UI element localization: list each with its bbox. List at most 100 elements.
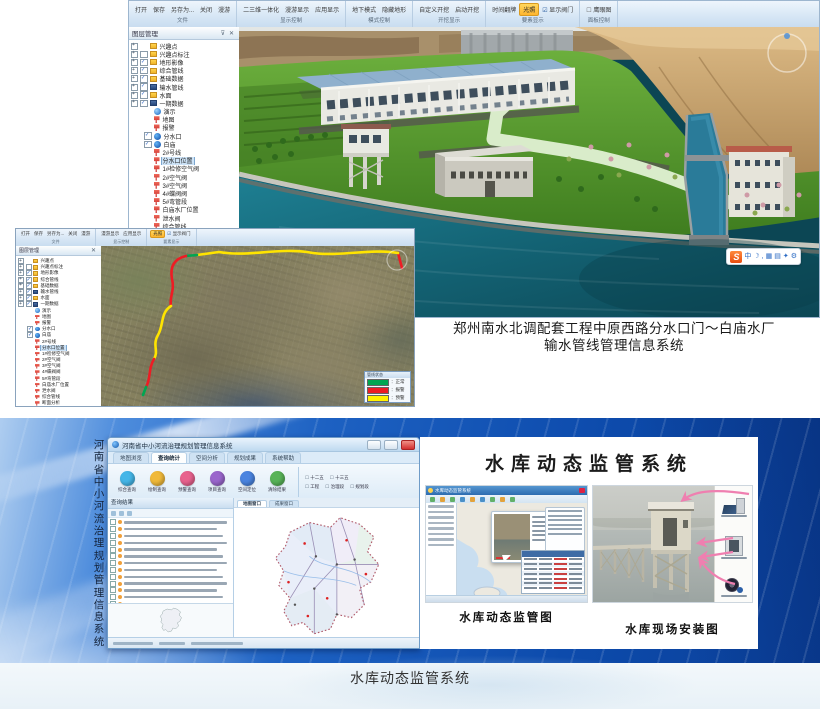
- monitor-map[interactable]: [457, 503, 587, 596]
- toolbar-button[interactable]: 打开: [132, 4, 150, 15]
- layer-checkbox[interactable]: [140, 75, 148, 83]
- expand-icon[interactable]: [18, 270, 24, 276]
- toolbar-button[interactable]: 保存: [150, 4, 168, 15]
- toolbar-button[interactable]: 隐藏地形: [379, 4, 409, 15]
- henan-map-area[interactable]: 地图窗口成果窗口: [234, 498, 419, 638]
- toolbar-button[interactable]: 另存为...: [168, 4, 197, 15]
- monitor-close-icon[interactable]: [579, 488, 585, 493]
- result-list-item[interactable]: [110, 587, 231, 594]
- result-list-item[interactable]: [110, 526, 231, 533]
- layer-tree-item[interactable]: 断面分析: [18, 400, 101, 406]
- monitor-data-table[interactable]: [521, 550, 585, 594]
- layer-tree-item[interactable]: 兴趣点标注: [131, 50, 239, 58]
- layer-checkbox[interactable]: [26, 277, 32, 283]
- toolbar-button[interactable]: 鹰眼图: [583, 4, 614, 15]
- layer-checkbox[interactable]: [144, 132, 152, 140]
- monitor-tool-icon[interactable]: [440, 497, 445, 502]
- toolbar-button[interactable]: 应用显示: [121, 231, 143, 237]
- station-list-item[interactable]: [428, 511, 454, 514]
- layer-checkbox[interactable]: [144, 141, 152, 149]
- station-list-item[interactable]: [428, 505, 454, 508]
- layer-checkbox[interactable]: [140, 100, 148, 108]
- item-checkbox[interactable]: [110, 553, 116, 559]
- toolbar-button[interactable]: 自定义开挖: [416, 4, 452, 15]
- expand-icon[interactable]: [131, 43, 138, 50]
- monitor-tool-icon[interactable]: [480, 497, 485, 502]
- layer-tree-item[interactable]: 地图: [131, 116, 239, 124]
- toolbar-button[interactable]: 保存: [32, 231, 45, 237]
- result-list-item[interactable]: [110, 567, 231, 574]
- close-button[interactable]: [401, 440, 415, 450]
- expand-icon[interactable]: [18, 264, 24, 270]
- layer-tree-item[interactable]: 一期数据: [131, 99, 239, 107]
- layer-tree-item[interactable]: 4#蝶阀阀: [131, 189, 239, 197]
- expand-icon[interactable]: [131, 84, 138, 91]
- layer-tree-item[interactable]: 地形影像: [131, 58, 239, 66]
- toolbar-button[interactable]: 应用显示: [312, 4, 342, 15]
- layer-checkbox[interactable]: [140, 91, 148, 99]
- ribbon-button[interactable]: 项目查询: [202, 471, 232, 493]
- layer-tree-item[interactable]: 水面: [131, 91, 239, 99]
- expand-icon[interactable]: [18, 258, 24, 264]
- layer-tree-item[interactable]: 输水管线: [131, 83, 239, 91]
- layer-checkbox[interactable]: [26, 283, 32, 289]
- item-checkbox[interactable]: [110, 533, 116, 539]
- expand-icon[interactable]: [131, 92, 138, 99]
- station-list-item[interactable]: [428, 533, 454, 536]
- close-icon[interactable]: ✕: [227, 30, 236, 37]
- toolbar-button[interactable]: 漫游: [79, 231, 92, 237]
- ribbon-button[interactable]: 空间定位: [232, 471, 262, 493]
- ime-icon[interactable]: ▤: [774, 250, 781, 263]
- ribbon-tab[interactable]: 规划成果: [227, 452, 263, 463]
- ime-icon[interactable]: ☽: [753, 250, 759, 263]
- layer-tree-item[interactable]: 分水口位置: [131, 157, 239, 165]
- sogou-logo-icon[interactable]: S: [730, 251, 742, 263]
- result-list-item[interactable]: [110, 546, 231, 553]
- toolbar-button[interactable]: 地下模式: [349, 4, 379, 15]
- item-checkbox[interactable]: [110, 567, 116, 573]
- station-list-item[interactable]: [428, 522, 454, 525]
- satellite-map[interactable]: 管线状态 ：正常 ：报警: [101, 246, 414, 406]
- expand-icon[interactable]: [131, 51, 138, 58]
- ribbon-tab[interactable]: 空间分析: [189, 452, 225, 463]
- item-checkbox[interactable]: [110, 587, 116, 593]
- layer-tree-item[interactable]: 分水口: [131, 132, 239, 140]
- monitor-tool-icon[interactable]: [470, 497, 475, 502]
- ime-icon[interactable]: ▦: [766, 250, 773, 263]
- layer-tree-item[interactable]: 3#空气阀: [131, 181, 239, 189]
- toolbar-button[interactable]: 打开: [19, 231, 32, 237]
- item-checkbox[interactable]: [110, 560, 116, 566]
- filter-checkbox[interactable]: 工程: [305, 484, 319, 490]
- expand-icon[interactable]: [18, 277, 24, 283]
- expand-icon[interactable]: [131, 75, 138, 82]
- ime-icon[interactable]: 中: [744, 250, 751, 263]
- close-icon[interactable]: ✕: [89, 247, 98, 254]
- layer-checkbox[interactable]: [26, 270, 32, 276]
- monitor-tool-icon[interactable]: [450, 497, 455, 502]
- layer-tree-item[interactable]: 2#号线: [131, 148, 239, 156]
- filter-checkbox[interactable]: 十二五: [305, 475, 324, 481]
- toolbar-button[interactable]: 关闭: [66, 231, 79, 237]
- map-window-tab[interactable]: 地图窗口: [237, 500, 267, 507]
- item-checkbox[interactable]: [110, 581, 116, 587]
- sogou-input-bar[interactable]: S 中☽,▦▤✦⚙: [726, 248, 801, 265]
- expand-icon[interactable]: [131, 59, 138, 66]
- result-list-item[interactable]: [110, 573, 231, 580]
- overview-minimap[interactable]: [108, 603, 233, 638]
- layer-checkbox[interactable]: [140, 83, 148, 91]
- station-list-item[interactable]: [428, 516, 454, 519]
- layer-tree-item[interactable]: 综合管线: [131, 67, 239, 75]
- table-row[interactable]: [522, 586, 584, 591]
- expand-icon[interactable]: [18, 283, 24, 289]
- ribbon-tab[interactable]: 系统帮助: [265, 452, 301, 463]
- result-list-item[interactable]: [110, 580, 231, 587]
- result-list-item[interactable]: [110, 553, 231, 560]
- toolbar-button[interactable]: 另存为...: [45, 231, 66, 237]
- result-list-item[interactable]: [110, 594, 231, 601]
- ribbon-button[interactable]: 综合查询: [112, 471, 142, 493]
- layer-checkbox[interactable]: [26, 301, 32, 307]
- layer-tree-item[interactable]: 兴趣点: [131, 42, 239, 50]
- minimize-button[interactable]: [367, 440, 381, 450]
- result-list-item[interactable]: [110, 560, 231, 567]
- ime-icon[interactable]: ✦: [783, 250, 789, 263]
